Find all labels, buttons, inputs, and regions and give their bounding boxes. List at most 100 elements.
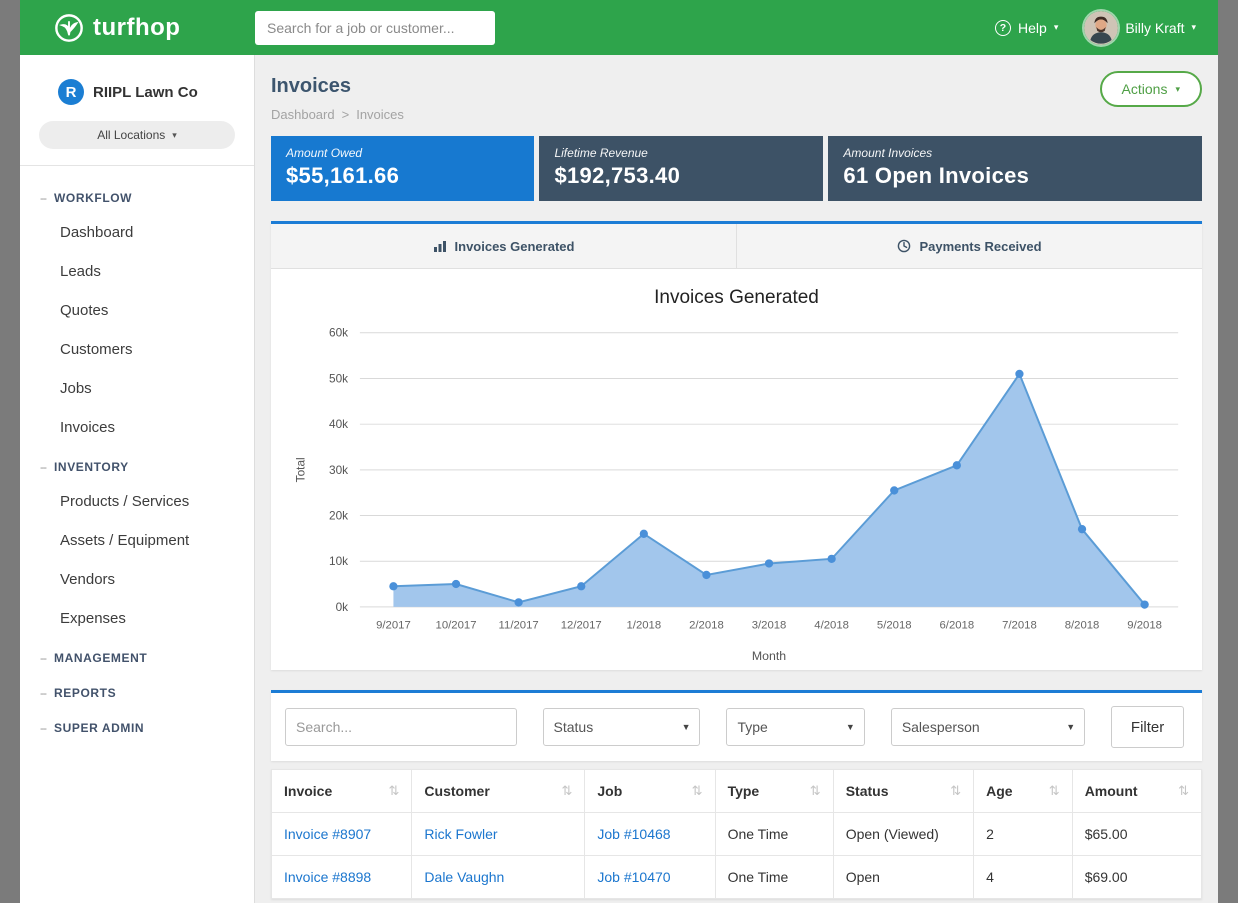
job-link[interactable]: Job #10468 <box>597 826 670 842</box>
chevron-down-icon: ▼ <box>682 722 691 732</box>
sidebar-item-invoices[interactable]: Invoices <box>20 408 254 447</box>
help-menu[interactable]: ? Help ▾ <box>995 20 1058 36</box>
svg-text:5/2018: 5/2018 <box>877 620 912 632</box>
sort-icon[interactable]: ⇅ <box>950 783 961 799</box>
stat-label: Lifetime Revenue <box>554 146 808 160</box>
svg-text:3/2018: 3/2018 <box>752 620 787 632</box>
table-search-input[interactable] <box>285 708 517 746</box>
sidebar-item-expenses[interactable]: Expenses <box>20 599 254 638</box>
sort-icon[interactable]: ⇅ <box>1178 783 1189 799</box>
sidebar-item-dashboard[interactable]: Dashboard <box>20 213 254 252</box>
status-select[interactable]: Status ▼ <box>543 708 701 746</box>
svg-text:12/2017: 12/2017 <box>561 620 602 632</box>
job-link[interactable]: Job #10470 <box>597 869 670 885</box>
location-selector[interactable]: All Locations ▾ <box>39 121 235 149</box>
top-navbar: turfhop ? Help ▾ Billy Kraft ▾ <box>20 0 1218 55</box>
stat-card-amount-owed: Amount Owed $55,161.66 <box>271 136 534 201</box>
column-header-age[interactable]: Age⇅ <box>974 770 1073 813</box>
tab-invoices-generated[interactable]: Invoices Generated <box>271 224 736 268</box>
filter-bar: Status ▼ Type ▼ Salesperson ▼ Filter <box>271 690 1202 761</box>
svg-text:11/2017: 11/2017 <box>499 620 539 632</box>
svg-text:40k: 40k <box>329 417 348 431</box>
svg-text:8/2018: 8/2018 <box>1065 620 1100 632</box>
user-menu[interactable]: Billy Kraft ▾ <box>1084 11 1196 45</box>
column-header-amount[interactable]: Amount⇅ <box>1072 770 1201 813</box>
sidebar-item-leads[interactable]: Leads <box>20 252 254 291</box>
chevron-down-icon: ▾ <box>1191 22 1196 33</box>
filter-button[interactable]: Filter <box>1111 706 1184 748</box>
svg-text:10k: 10k <box>329 554 348 568</box>
cell-type: One Time <box>715 856 833 899</box>
svg-text:6/2018: 6/2018 <box>940 620 975 632</box>
svg-text:2/2018: 2/2018 <box>689 620 724 632</box>
tab-payments-received[interactable]: Payments Received <box>736 224 1202 268</box>
breadcrumb: Dashboard > Invoices <box>271 107 404 122</box>
tree-dash-icon: -- <box>40 460 46 474</box>
chevron-down-icon: ▾ <box>1175 84 1180 95</box>
chart-title: Invoices Generated <box>283 287 1190 309</box>
sidebar-section-label: MANAGEMENT <box>54 651 147 665</box>
cell-age: 4 <box>974 856 1073 899</box>
sidebar-section-super-admin[interactable]: --SUPER ADMIN <box>20 708 254 743</box>
sidebar-item-customers[interactable]: Customers <box>20 330 254 369</box>
stat-value: $192,753.40 <box>554 163 808 189</box>
salesperson-select[interactable]: Salesperson ▼ <box>891 708 1085 746</box>
chart-body: Invoices Generated 0k10k20k30k40k50k60k9… <box>271 269 1202 670</box>
cell-invoice: Invoice #8907 <box>272 813 412 856</box>
sidebar-item-jobs[interactable]: Jobs <box>20 369 254 408</box>
sidebar-section-inventory[interactable]: --INVENTORY <box>20 447 254 482</box>
stat-value: $55,161.66 <box>286 163 519 189</box>
breadcrumb-dashboard[interactable]: Dashboard <box>271 107 335 122</box>
customer-link[interactable]: Dale Vaughn <box>424 869 504 885</box>
cell-job: Job #10468 <box>585 813 715 856</box>
sidebar-item-quotes[interactable]: Quotes <box>20 291 254 330</box>
svg-text:4/2018: 4/2018 <box>814 620 849 632</box>
invoices-generated-chart: 0k10k20k30k40k50k60k9/201710/201711/2017… <box>283 319 1190 666</box>
sidebar-section-reports[interactable]: --REPORTS <box>20 673 254 708</box>
navbar-right: ? Help ▾ Billy Kraft ▾ <box>995 11 1196 45</box>
sidebar-item-vendors[interactable]: Vendors <box>20 560 254 599</box>
cell-job: Job #10470 <box>585 856 715 899</box>
stats-row: Amount Owed $55,161.66 Lifetime Revenue $19… <box>271 136 1202 201</box>
column-header-job[interactable]: Job⇅ <box>585 770 715 813</box>
sort-icon[interactable]: ⇅ <box>389 783 400 799</box>
brand[interactable]: turfhop <box>20 13 255 43</box>
page-title: Invoices <box>271 71 404 98</box>
column-header-status[interactable]: Status⇅ <box>833 770 973 813</box>
cell-invoice: Invoice #8898 <box>272 856 412 899</box>
column-header-type[interactable]: Type⇅ <box>715 770 833 813</box>
clock-icon <box>897 239 911 253</box>
invoice-link[interactable]: Invoice #8907 <box>284 826 371 842</box>
sort-icon[interactable]: ⇅ <box>561 783 572 799</box>
main-content: Invoices Dashboard > Invoices Actions ▾ … <box>255 55 1218 903</box>
global-search-input[interactable] <box>255 11 495 45</box>
svg-text:Total: Total <box>294 457 308 482</box>
tab-label: Payments Received <box>919 239 1041 254</box>
sort-icon[interactable]: ⇅ <box>692 783 703 799</box>
sort-icon[interactable]: ⇅ <box>1049 783 1060 799</box>
company-name: RIIPL Lawn Co <box>93 84 198 101</box>
sidebar-section-label: WORKFLOW <box>54 191 132 205</box>
chevron-down-icon: ▾ <box>172 130 177 141</box>
company-logo-icon: R <box>58 79 84 105</box>
sort-icon[interactable]: ⇅ <box>810 783 821 799</box>
svg-text:0k: 0k <box>336 600 349 614</box>
sidebar-section-management[interactable]: --MANAGEMENT <box>20 638 254 673</box>
cell-type: One Time <box>715 813 833 856</box>
sidebar-section-workflow[interactable]: --WORKFLOW <box>20 178 254 213</box>
svg-text:20k: 20k <box>329 508 348 522</box>
sidebar-item-products-services[interactable]: Products / Services <box>20 482 254 521</box>
sidebar-item-assets-equipment[interactable]: Assets / Equipment <box>20 521 254 560</box>
sidebar-section-label: SUPER ADMIN <box>54 721 144 735</box>
type-select[interactable]: Type ▼ <box>726 708 864 746</box>
actions-button[interactable]: Actions ▾ <box>1100 71 1202 107</box>
table-header-row: Invoice⇅Customer⇅Job⇅Type⇅Status⇅Age⇅Amo… <box>272 770 1202 813</box>
customer-link[interactable]: Rick Fowler <box>424 826 497 842</box>
help-label: Help <box>1018 20 1047 36</box>
column-header-customer[interactable]: Customer⇅ <box>412 770 585 813</box>
column-label: Invoice <box>284 783 332 799</box>
invoice-link[interactable]: Invoice #8898 <box>284 869 371 885</box>
stat-label: Amount Owed <box>286 146 519 160</box>
breadcrumb-invoices[interactable]: Invoices <box>356 107 404 122</box>
column-header-invoice[interactable]: Invoice ⇅ <box>272 770 412 813</box>
